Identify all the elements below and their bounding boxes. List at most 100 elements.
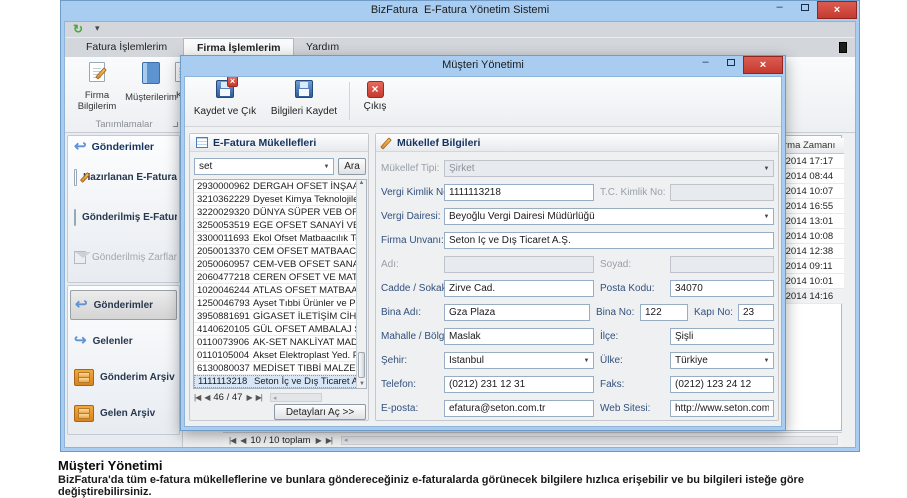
ulke-select[interactable]: Türkiye ▼ — [670, 352, 774, 369]
ilce-input[interactable] — [670, 328, 774, 345]
first-page-icon[interactable]: |◀ — [194, 393, 200, 402]
column-header-olusturma-zamani[interactable]: rma Zamanı — [782, 138, 844, 154]
vergi-kimlik-input[interactable] — [444, 184, 594, 201]
first-page-icon[interactable]: |◀ — [229, 436, 235, 445]
list-item[interactable]: 6130080037MEDİSET TIBBİ MALZEMEL... — [194, 362, 366, 375]
x-badge-icon: × — [227, 76, 238, 87]
list-item[interactable]: 4140620105GÜL OFSET AMBALAJ SAN... — [194, 323, 366, 336]
horizontal-scrollbar[interactable]: ◂ — [341, 436, 838, 445]
cikis-button[interactable]: × Çıkış — [355, 80, 395, 124]
adi-input[interactable] — [444, 256, 594, 273]
prev-page-icon[interactable]: ◀ — [204, 393, 209, 402]
vertical-scrollbar[interactable]: ▲ ▼ — [356, 180, 366, 388]
table-row[interactable]: .2014 12:38 — [782, 244, 844, 259]
kapi-no-label: Kapı No: — [694, 304, 733, 321]
detaylari-ac-button[interactable]: Detayları Aç >> — [274, 404, 366, 420]
list-item[interactable]: 0110073906AK-SET NAKLİYAT MADEN.... — [194, 336, 366, 349]
search-combobox[interactable]: set ▼ — [194, 158, 334, 175]
sidebar-item-gonderilmis-zarflar[interactable]: Gönderilmiş Zarflar — [70, 242, 177, 272]
bina-no-input[interactable] — [640, 304, 688, 321]
list-item[interactable]: 0110105004Akset Elektroplast Yed. Pa... — [194, 349, 366, 362]
eposta-input[interactable] — [444, 400, 594, 417]
table-row[interactable]: .2014 10:01 — [782, 274, 844, 289]
prev-page-icon[interactable]: ◀ — [240, 436, 245, 445]
table-row[interactable]: .2014 08:44 — [782, 169, 844, 184]
mahalle-input[interactable] — [444, 328, 594, 345]
table-row[interactable]: .2014 10:07 — [782, 184, 844, 199]
horizontal-scrollbar[interactable]: ◂ — [270, 393, 322, 402]
soyad-input[interactable] — [670, 256, 774, 273]
scroll-left-icon[interactable]: ◂ — [273, 394, 276, 402]
table-row[interactable]: .2014 09:11 — [782, 259, 844, 274]
scrollbar-thumb[interactable] — [358, 352, 365, 378]
firma-unvani-label: Firma Unvanı: — [381, 232, 444, 249]
bina-adi-input[interactable] — [444, 304, 590, 321]
list-item[interactable]: 2050060957CEM-VEB OFSET SANAYİ V... — [194, 258, 366, 271]
group-dialog-launcher-icon[interactable] — [173, 122, 178, 127]
bilgileri-kaydet-button[interactable]: Bilgileri Kaydet — [263, 80, 345, 124]
ribbon-button-firma-bilgilerim[interactable]: Firma Bilgilerim — [71, 60, 123, 118]
dialog-close-button[interactable]: × — [743, 56, 783, 74]
ara-button[interactable]: Ara — [338, 158, 366, 175]
list-item[interactable]: 3300011693Ekol Ofset Matbaacılık Tesi... — [194, 232, 366, 245]
sidebar-item-gonderimler[interactable]: ↩ Gönderimler — [70, 290, 177, 320]
list-item[interactable]: 1020046244ATLAS OFSET MATBAACIL... — [194, 284, 366, 297]
list-item-selected[interactable]: 1111113218Seton İç ve Dış Ticaret A.Ş. — [194, 375, 366, 388]
firma-unvani-input[interactable] — [444, 232, 774, 249]
scroll-down-icon[interactable]: ▼ — [359, 381, 365, 387]
next-page-icon[interactable]: ▶ — [246, 393, 251, 402]
pencil-icon — [95, 67, 107, 79]
list-item[interactable]: 3210362229Dyeset Kimya Teknolojileri ... — [194, 193, 366, 206]
mukellef-tipi-select[interactable]: Şirket ▼ — [444, 160, 774, 177]
send-arrow-icon: ↩ — [74, 140, 87, 154]
vergi-kimlik-label: Vergi Kimlik No: — [381, 184, 452, 201]
list-item[interactable]: 3250053519EGE OFSET SANAYİ VE Tİ... — [194, 219, 366, 232]
refresh-icon[interactable]: ↻ — [73, 22, 83, 36]
sidebar-item-gonderilmis-efatura[interactable]: Gönderilmiş E-Fatura — [70, 202, 177, 232]
vergi-dairesi-select[interactable]: Beyoğlu Vergi Dairesi Müdürlüğü ▼ — [444, 208, 774, 225]
dialog-minimize-button[interactable]: – — [693, 56, 718, 71]
sidebar-item-gelen-arsiv[interactable]: Gelen Arşiv — [70, 398, 177, 428]
scroll-up-icon[interactable]: ▲ — [359, 180, 365, 186]
cadde-input[interactable] — [444, 280, 594, 297]
list-item[interactable]: 3220029320DÜNYA SÜPER VEB OFSET ... — [194, 206, 366, 219]
table-row[interactable]: .2014 16:55 — [782, 199, 844, 214]
close-button[interactable]: × — [817, 1, 857, 19]
kaydet-ve-cik-button[interactable]: × Kaydet ve Çık — [189, 80, 261, 124]
last-page-icon[interactable]: ▶| — [326, 436, 332, 445]
bina-adi-label: Bina Adı: — [381, 304, 421, 321]
minimize-button[interactable]: – — [767, 1, 792, 16]
list-item[interactable]: 2060477218CEREN OFSET VE MATBAA... — [194, 271, 366, 284]
list-item[interactable]: 1250046793Ayset Tıbbi Ürünler ve Plas... — [194, 297, 366, 310]
table-row[interactable]: .2014 14:16 — [782, 289, 844, 304]
last-page-icon[interactable]: ▶| — [256, 393, 262, 402]
dialog-maximize-button[interactable] — [718, 56, 743, 71]
sehir-select[interactable]: İstanbul ▼ — [444, 352, 594, 369]
ribbon-button-musterilerim[interactable]: Müşterilerim — [125, 60, 177, 118]
table-row[interactable]: .2014 13:01 — [782, 214, 844, 229]
maximize-icon — [801, 4, 809, 11]
tab-fatura-islemlerim[interactable]: Fatura İşlemlerim — [73, 38, 180, 57]
maximize-button[interactable] — [792, 1, 817, 16]
posta-kodu-input[interactable] — [670, 280, 774, 297]
telefon-input[interactable] — [444, 376, 594, 393]
table-row[interactable]: .2014 17:17 — [782, 154, 844, 169]
tc-kimlik-input[interactable] — [670, 184, 774, 201]
kapi-no-input[interactable] — [738, 304, 774, 321]
caption-title: Müşteri Yönetimi — [58, 458, 163, 473]
faks-input[interactable] — [670, 376, 774, 393]
list-item[interactable]: 2050013370CEM OFSET MATBAACILIK... — [194, 245, 366, 258]
table-row[interactable]: .2014 10:08 — [782, 229, 844, 244]
list-item[interactable]: 2930000962DERGAH OFSET İNŞAAT O... — [194, 180, 366, 193]
list-item[interactable]: 3950881691GİGASET İLETİŞİM CİHAZL... — [194, 310, 366, 323]
web-sitesi-input[interactable] — [670, 400, 774, 417]
exit-icon: × — [367, 81, 384, 98]
tabstrip-corner-icon[interactable] — [839, 42, 847, 53]
left-panel-header: E-Fatura Mükellefleri — [190, 134, 368, 152]
sidebar-item-gonderim-arsiv[interactable]: Gönderim Arşiv — [70, 362, 177, 392]
qat-menu-caret-icon[interactable]: ▾ — [95, 23, 100, 34]
sidebar-item-hazirlanan-efatura[interactable]: Hazırlanan E-Fatura — [70, 162, 177, 192]
scroll-left-icon[interactable]: ◂ — [344, 436, 347, 444]
next-page-icon[interactable]: ▶ — [316, 436, 321, 445]
sidebar-item-gelenler[interactable]: ↪ Gelenler — [70, 326, 177, 356]
